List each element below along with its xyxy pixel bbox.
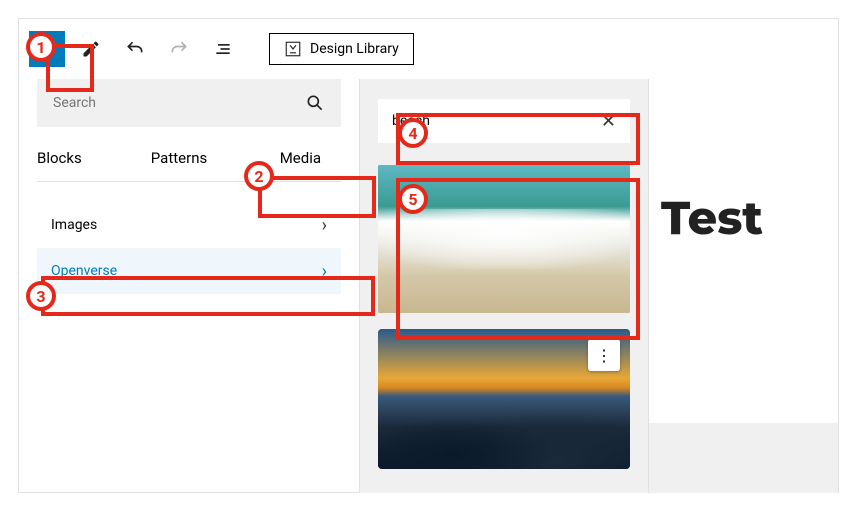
inserter-tabs: Blocks Patterns Media xyxy=(37,149,341,182)
chevron-right-icon: › xyxy=(322,261,327,282)
editor-canvas[interactable]: Test xyxy=(649,79,838,493)
design-library-button[interactable]: Design Library xyxy=(269,33,414,65)
media-options-button[interactable]: ⋮ xyxy=(588,339,620,371)
category-label: Openverse xyxy=(51,263,117,279)
list-view-icon[interactable] xyxy=(205,31,241,67)
redo-icon[interactable] xyxy=(161,31,197,67)
footer-block[interactable] xyxy=(649,423,838,493)
inserter-search[interactable] xyxy=(37,79,341,127)
media-categories: Images › Openverse › xyxy=(37,202,341,294)
callout-3: 3 xyxy=(26,281,56,311)
category-label: Images xyxy=(51,217,97,233)
callout-1: 1 xyxy=(26,32,56,62)
design-library-label: Design Library xyxy=(310,41,399,57)
page-title[interactable]: Test xyxy=(661,189,838,246)
callout-5: 5 xyxy=(398,184,428,214)
chevron-right-icon: › xyxy=(322,215,327,236)
inserter-panel: Blocks Patterns Media Images › Openverse… xyxy=(19,79,359,493)
media-result-2[interactable]: ⋮ xyxy=(378,329,630,469)
callout-2: 2 xyxy=(244,161,274,191)
edit-icon[interactable] xyxy=(73,31,109,67)
undo-icon[interactable] xyxy=(117,31,153,67)
tab-patterns[interactable]: Patterns xyxy=(132,149,227,181)
category-openverse[interactable]: Openverse › xyxy=(37,248,341,294)
callout-4: 4 xyxy=(398,118,428,148)
search-input[interactable] xyxy=(53,95,305,111)
editor-toolbar: Design Library xyxy=(19,19,838,79)
clear-search-icon[interactable]: ✕ xyxy=(601,111,616,132)
search-icon xyxy=(305,93,325,113)
tab-blocks[interactable]: Blocks xyxy=(37,149,132,181)
category-images[interactable]: Images › xyxy=(37,202,341,248)
